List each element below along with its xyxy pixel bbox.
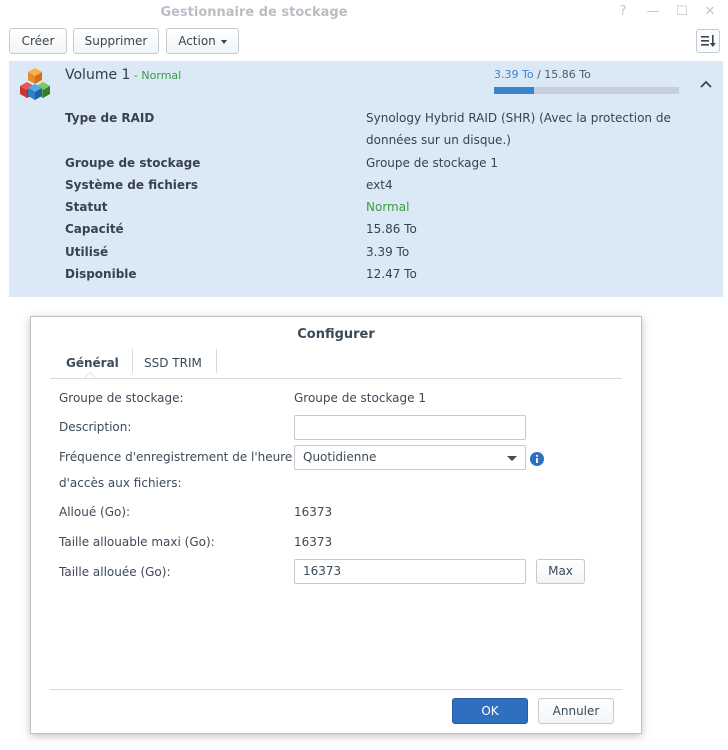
chevron-down-icon	[220, 39, 227, 44]
delete-button[interactable]: Supprimer	[73, 28, 159, 54]
volume-name: Volume 1	[65, 67, 131, 83]
allocated-field-value: 16373	[294, 505, 333, 519]
status-value: Normal	[366, 200, 410, 214]
info-icon[interactable]	[530, 452, 544, 466]
storage-group-value: Groupe de stockage 1	[366, 156, 498, 170]
usage-progress-fill	[494, 87, 534, 94]
max-alloc-field-label: Taille allouable maxi (Go):	[59, 535, 215, 549]
volume-usage-text: 3.39 To / 15.86 To	[494, 68, 591, 81]
window-title: Gestionnaire de stockage	[160, 5, 348, 20]
maximize-icon[interactable]: ☐	[673, 3, 691, 21]
volume-title: Volume 1 - Normal	[65, 67, 181, 83]
usage-used: 3.39 To	[494, 68, 534, 81]
storage-group-field-value: Groupe de stockage 1	[294, 391, 426, 405]
action-menu-label: Action	[178, 34, 216, 48]
max-alloc-field-value: 16373	[294, 535, 333, 549]
frequency-field-label-line2: d'accès aux fichiers:	[59, 476, 182, 490]
volume-panel[interactable]: Volume 1 - Normal 3.39 To / 15.86 To Typ…	[9, 61, 723, 297]
filesystem-label: Système de fichiers	[65, 178, 199, 192]
storage-group-label: Groupe de stockage	[65, 156, 201, 170]
raid-type-label: Type de RAID	[65, 111, 155, 125]
volume-status: - Normal	[130, 69, 182, 82]
frequency-select-value: Quotidienne	[303, 450, 377, 464]
alloc-size-input[interactable]: 16373	[294, 559, 526, 584]
toolbar: Créer Supprimer Action	[0, 26, 728, 60]
filesystem-value: ext4	[366, 178, 393, 192]
dialog-title: Configurer	[297, 327, 375, 342]
active-tab-pointer	[84, 372, 96, 378]
minimize-icon[interactable]: —	[644, 3, 662, 21]
available-value: 12.47 To	[366, 267, 417, 281]
sort-button[interactable]	[696, 29, 720, 53]
usage-progress-bar	[494, 87, 679, 94]
chevron-down-icon	[507, 456, 517, 461]
status-label: Statut	[65, 200, 108, 214]
ok-button[interactable]: OK	[452, 698, 528, 724]
used-value: 3.39 To	[366, 245, 410, 259]
description-input[interactable]	[294, 415, 526, 440]
capacity-label: Capacité	[65, 222, 124, 236]
raid-type-value: Synology Hybrid RAID (SHR) (Avec la prot…	[366, 111, 671, 147]
help-icon[interactable]: ?	[614, 3, 632, 21]
description-field-label: Description:	[59, 420, 132, 434]
usage-total: 15.86 To	[544, 68, 591, 81]
max-button[interactable]: Max	[536, 559, 585, 584]
tab-ssd-trim[interactable]: SSD TRIM	[144, 352, 202, 378]
tab-separator	[216, 349, 217, 373]
frequency-select[interactable]: Quotidienne	[294, 445, 526, 470]
available-label: Disponible	[65, 267, 137, 281]
volume-cubes-icon	[20, 68, 50, 100]
usage-separator: /	[533, 68, 545, 81]
action-menu-button[interactable]: Action	[166, 28, 239, 54]
frequency-field-label-line1: Fréquence d'enregistrement de l'heure	[59, 450, 293, 464]
chevron-up-icon[interactable]	[699, 77, 713, 91]
allocated-field-label: Alloué (Go):	[59, 505, 131, 519]
sort-icon	[701, 35, 716, 47]
create-button[interactable]: Créer	[9, 28, 67, 54]
capacity-value: 15.86 To	[366, 222, 417, 236]
dialog-tabs: Général SSD TRIM	[50, 347, 622, 379]
configure-dialog: Configurer Général SSD TRIM Groupe de st…	[30, 316, 642, 734]
close-icon[interactable]: ✕	[701, 3, 719, 21]
window-titlebar: Gestionnaire de stockage ? — ☐ ✕	[0, 0, 728, 26]
cancel-button[interactable]: Annuler	[538, 698, 614, 724]
storage-group-field-label: Groupe de stockage:	[59, 391, 184, 405]
alloc-size-field-label: Taille allouée (Go):	[59, 565, 171, 579]
tab-separator	[132, 349, 133, 373]
dialog-footer-divider	[50, 689, 622, 690]
used-label: Utilisé	[65, 245, 109, 259]
